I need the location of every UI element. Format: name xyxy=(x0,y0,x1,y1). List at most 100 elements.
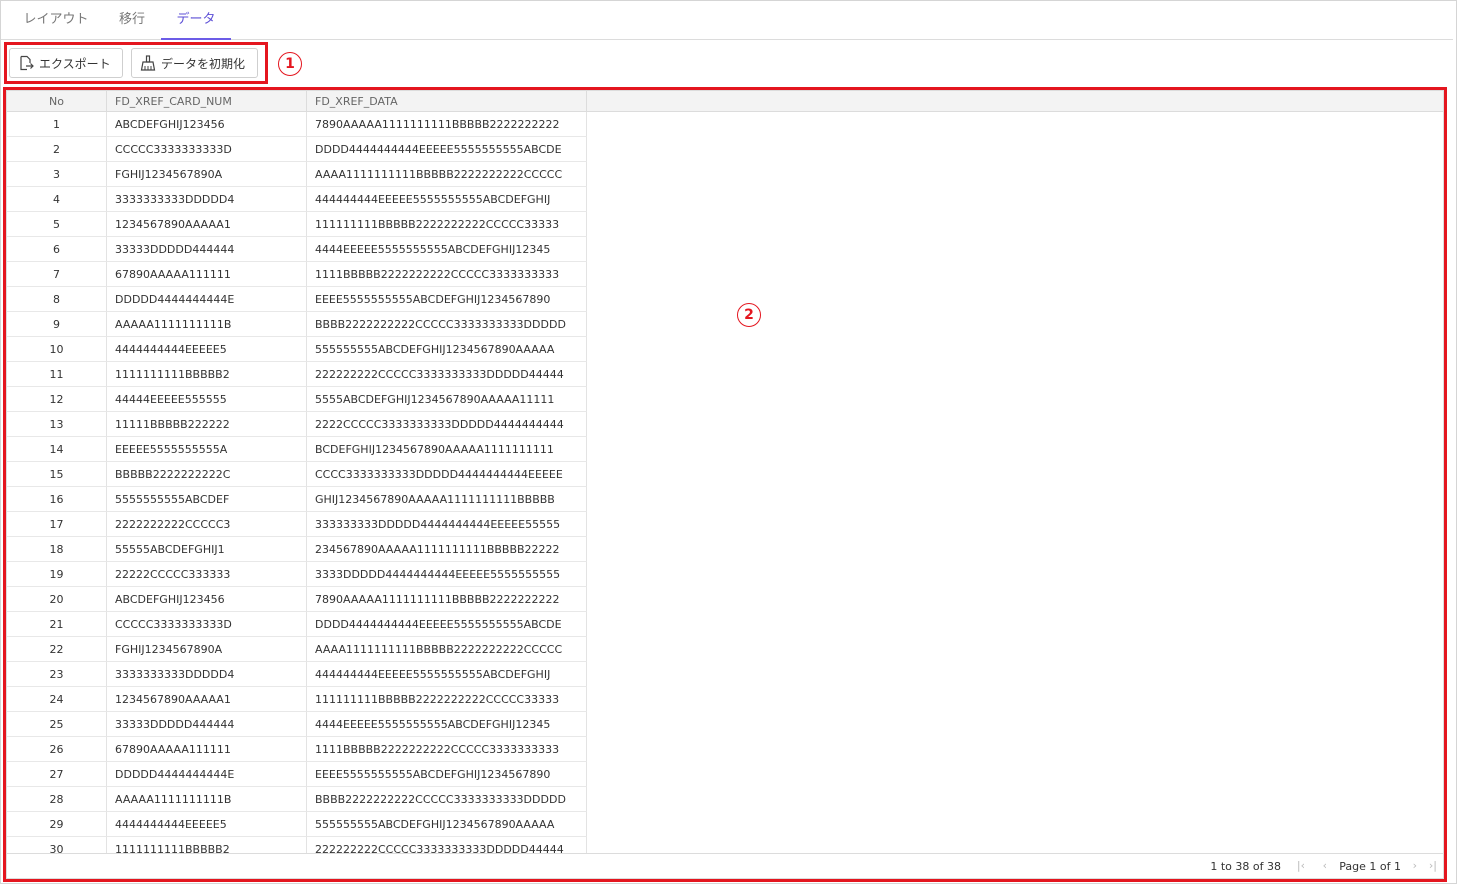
table-row[interactable]: 18 55555ABCDEFGHIJ1 234567890AAAAA11111111… xyxy=(7,537,587,562)
table-row[interactable]: 4 3333333333DDDDD4 444444444EEEEE555555555… xyxy=(7,187,587,212)
cell-xref-data: DDDD4444444444EEEEE5555555555ABCDE xyxy=(307,612,587,637)
table-row[interactable]: 15 BBBBB2222222222C CCCC3333333333DDDDD444… xyxy=(7,462,587,487)
cell-card-num: 1234567890AAAAA1 xyxy=(107,687,307,712)
initialize-data-button[interactable]: データを初期化 xyxy=(131,48,258,78)
cell-no: 24 xyxy=(7,687,107,712)
cell-card-num: 44444EEEEE555555 xyxy=(107,387,307,412)
cell-xref-data: DDDD4444444444EEEEE5555555555ABCDE xyxy=(307,137,587,162)
table-row[interactable]: 12 44444EEEEE555555 5555ABCDEFGHIJ12345678… xyxy=(7,387,587,412)
table-row[interactable]: 23 3333333333DDDDD4 444444444EEEEE55555555… xyxy=(7,662,587,687)
column-header-card-num[interactable]: FD_XREF_CARD_NUM xyxy=(107,91,307,112)
cell-no: 28 xyxy=(7,787,107,812)
table-row[interactable]: 27 DDDDD4444444444E EEEE5555555555ABCDEFGH… xyxy=(7,762,587,787)
cell-xref-data: 333333333DDDDD4444444444EEEEE55555 xyxy=(307,512,587,537)
cell-no: 20 xyxy=(7,587,107,612)
table-row[interactable]: 11 1111111111BBBBB2 222222222CCCCC33333333… xyxy=(7,362,587,387)
annotation-marker-2: 2 xyxy=(737,303,761,327)
table-row[interactable]: 20 ABCDEFGHIJ123456 7890AAAAA1111111111BBB… xyxy=(7,587,587,612)
cell-xref-data: 7890AAAAA1111111111BBBBB2222222222 xyxy=(307,112,587,137)
cell-no: 2 xyxy=(7,137,107,162)
cell-no: 25 xyxy=(7,712,107,737)
table-row[interactable]: 2 CCCCC3333333333D DDDD4444444444EEEEE5555… xyxy=(7,137,587,162)
cell-card-num: ABCDEFGHIJ123456 xyxy=(107,587,307,612)
column-header-xref-data[interactable]: FD_XREF_DATA xyxy=(307,91,587,112)
cell-card-num: 67890AAAAA111111 xyxy=(107,262,307,287)
column-header-no[interactable]: No xyxy=(7,91,107,112)
cell-xref-data: GHIJ1234567890AAAAA1111111111BBBBB xyxy=(307,487,587,512)
table-row[interactable]: 22 FGHIJ1234567890A AAAA1111111111BBBBB222… xyxy=(7,637,587,662)
cell-no: 16 xyxy=(7,487,107,512)
grid-body: 1 ABCDEFGHIJ123456 7890AAAAA1111111111BBBB… xyxy=(7,112,1443,855)
app-frame: レイアウト 移行 データ エクスポート データを初期化 1 No FD_XREF… xyxy=(0,0,1457,884)
tab-data[interactable]: データ xyxy=(161,1,231,40)
cell-no: 8 xyxy=(7,287,107,312)
table-row[interactable]: 29 4444444444EEEEE5 555555555ABCDEFGHIJ123… xyxy=(7,812,587,837)
table-row[interactable]: 9 AAAAA1111111111B BBBB2222222222CCCCC3333… xyxy=(7,312,587,337)
cell-no: 5 xyxy=(7,212,107,237)
cell-xref-data: 555555555ABCDEFGHIJ1234567890AAAAA xyxy=(307,337,587,362)
first-page-icon[interactable]: |‹ xyxy=(1297,859,1305,872)
cell-xref-data: 4444EEEEE5555555555ABCDEFGHIJ12345 xyxy=(307,712,587,737)
cell-no: 19 xyxy=(7,562,107,587)
table-row[interactable]: 5 1234567890AAAAA1 111111111BBBBB222222222… xyxy=(7,212,587,237)
table-row[interactable]: 10 4444444444EEEEE5 555555555ABCDEFGHIJ123… xyxy=(7,337,587,362)
table-row[interactable]: 8 DDDDD4444444444E EEEE5555555555ABCDEFGHI… xyxy=(7,287,587,312)
export-icon xyxy=(20,55,34,71)
cell-card-num: 3333333333DDDDD4 xyxy=(107,662,307,687)
tab-migrate[interactable]: 移行 xyxy=(105,1,159,39)
table-row[interactable]: 28 AAAAA1111111111B BBBB2222222222CCCCC333… xyxy=(7,787,587,812)
cell-card-num: 2222222222CCCCC3 xyxy=(107,512,307,537)
cell-xref-data: 111111111BBBBB2222222222CCCCC33333 xyxy=(307,687,587,712)
cell-no: 4 xyxy=(7,187,107,212)
table-row[interactable]: 24 1234567890AAAAA1 111111111BBBBB22222222… xyxy=(7,687,587,712)
table-row[interactable]: 14 EEEEE5555555555A BCDEFGHIJ1234567890AAA… xyxy=(7,437,587,462)
tab-bar: レイアウト 移行 データ xyxy=(1,1,1453,40)
cell-xref-data: 444444444EEEEE5555555555ABCDEFGHIJ xyxy=(307,662,587,687)
cell-card-num: 67890AAAAA111111 xyxy=(107,737,307,762)
row-count-text: 1 to 38 of 38 xyxy=(1210,860,1281,873)
tab-layout[interactable]: レイアウト xyxy=(15,1,97,39)
table-row[interactable]: 25 33333DDDDD444444 4444EEEEE5555555555ABC… xyxy=(7,712,587,737)
cell-no: 29 xyxy=(7,812,107,837)
table-row[interactable]: 3 FGHIJ1234567890A AAAA1111111111BBBBB2222… xyxy=(7,162,587,187)
cell-card-num: 4444444444EEEEE5 xyxy=(107,812,307,837)
table-row[interactable]: 6 33333DDDDD444444 4444EEEEE5555555555ABCD… xyxy=(7,237,587,262)
cell-no: 9 xyxy=(7,312,107,337)
cell-card-num: 5555555555ABCDEF xyxy=(107,487,307,512)
table-row[interactable]: 13 11111BBBBB222222 2222CCCCC3333333333DDD… xyxy=(7,412,587,437)
cell-no: 27 xyxy=(7,762,107,787)
prev-page-icon[interactable]: ‹ xyxy=(1323,859,1327,872)
cell-xref-data: 555555555ABCDEFGHIJ1234567890AAAAA xyxy=(307,812,587,837)
cell-card-num: 33333DDDDD444444 xyxy=(107,712,307,737)
cell-xref-data: 2222CCCCC3333333333DDDDD4444444444 xyxy=(307,412,587,437)
table-row[interactable]: 26 67890AAAAA111111 1111BBBBB2222222222CCC… xyxy=(7,737,587,762)
export-button-label: エクスポート xyxy=(39,56,111,71)
table-row[interactable]: 7 67890AAAAA111111 1111BBBBB2222222222CCCC… xyxy=(7,262,587,287)
cell-no: 22 xyxy=(7,637,107,662)
cell-card-num: DDDDD4444444444E xyxy=(107,762,307,787)
cell-xref-data: CCCC3333333333DDDDD4444444444EEEEE xyxy=(307,462,587,487)
cell-xref-data: AAAA1111111111BBBBB2222222222CCCCC xyxy=(307,162,587,187)
cell-no: 7 xyxy=(7,262,107,287)
cell-xref-data: BCDEFGHIJ1234567890AAAAA1111111111 xyxy=(307,437,587,462)
cell-card-num: DDDDD4444444444E xyxy=(107,287,307,312)
cell-card-num: 55555ABCDEFGHIJ1 xyxy=(107,537,307,562)
grid-header: No FD_XREF_CARD_NUM FD_XREF_DATA xyxy=(7,91,1443,112)
cell-card-num: CCCCC3333333333D xyxy=(107,612,307,637)
table-row[interactable]: 21 CCCCC3333333333D DDDD4444444444EEEEE555… xyxy=(7,612,587,637)
next-page-icon[interactable]: › xyxy=(1413,859,1417,872)
table-row[interactable]: 1 ABCDEFGHIJ123456 7890AAAAA1111111111BBBB… xyxy=(7,112,587,137)
cell-xref-data: EEEE5555555555ABCDEFGHIJ1234567890 xyxy=(307,762,587,787)
export-button[interactable]: エクスポート xyxy=(9,48,123,78)
cell-card-num: EEEEE5555555555A xyxy=(107,437,307,462)
table-row[interactable]: 19 22222CCCCC333333 3333DDDDD4444444444EEE… xyxy=(7,562,587,587)
cell-card-num: AAAAA1111111111B xyxy=(107,787,307,812)
cell-card-num: ABCDEFGHIJ123456 xyxy=(107,112,307,137)
cell-card-num: 33333DDDDD444444 xyxy=(107,237,307,262)
table-row[interactable]: 17 2222222222CCCCC3 333333333DDDDD44444444… xyxy=(7,512,587,537)
cell-card-num: 4444444444EEEEE5 xyxy=(107,337,307,362)
cell-no: 21 xyxy=(7,612,107,637)
last-page-icon[interactable]: ›| xyxy=(1429,859,1437,872)
cell-xref-data: 222222222CCCCC3333333333DDDDD44444 xyxy=(307,362,587,387)
table-row[interactable]: 16 5555555555ABCDEF GHIJ1234567890AAAAA111… xyxy=(7,487,587,512)
